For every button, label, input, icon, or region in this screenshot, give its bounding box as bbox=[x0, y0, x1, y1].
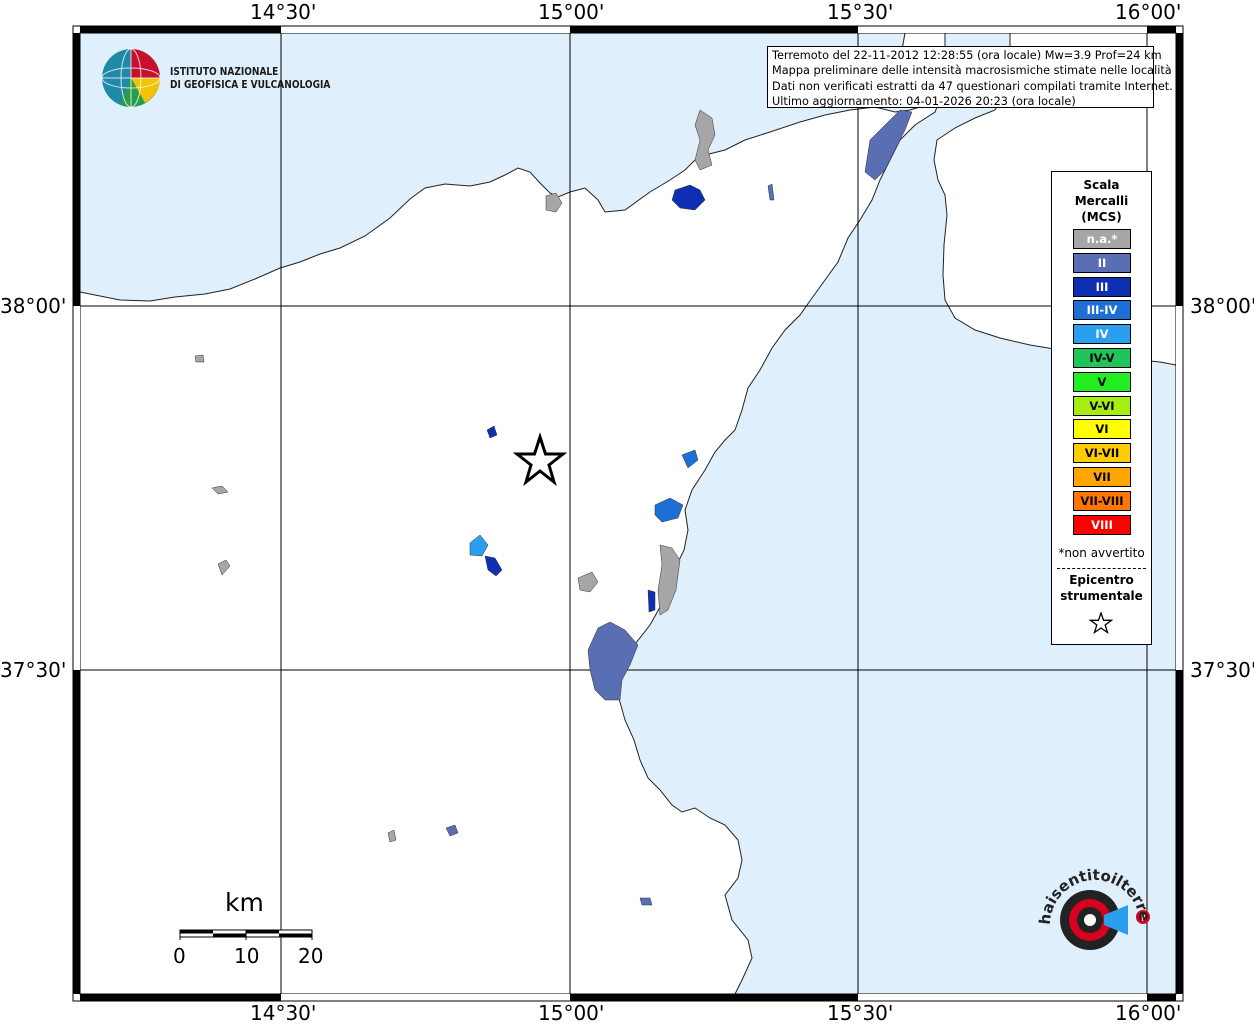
top-tick-4: 16°00' bbox=[1115, 0, 1182, 24]
scale-bar-graphic bbox=[179, 929, 313, 940]
legend-item-v-6: V bbox=[1073, 371, 1131, 392]
info-line-2: Mappa preliminare delle intensità macros… bbox=[772, 64, 1172, 78]
legend-title-line2: Mercalli bbox=[1074, 194, 1129, 208]
scale-label-10: 10 bbox=[234, 944, 260, 968]
info-line-3: Dati non verificati estratti da 47 quest… bbox=[772, 79, 1173, 93]
info-line-1: Terremoto del 22-11-2012 12:28:55 (ora l… bbox=[772, 49, 1162, 62]
left-tick-2: 37°30' bbox=[0, 658, 67, 682]
patch-iii-acireale bbox=[647, 589, 656, 613]
bottom-tick-2: 15°00' bbox=[538, 1001, 605, 1025]
legend-title: Scala Mercalli (MCS) bbox=[1052, 177, 1151, 225]
star-icon bbox=[1089, 612, 1113, 634]
legend-note: *non avvertito bbox=[1058, 546, 1145, 560]
legend-divider bbox=[1057, 568, 1146, 569]
legend-item-ii-1: II bbox=[1073, 252, 1131, 273]
legend-epicenter-line2: strumentale bbox=[1060, 589, 1143, 603]
bottom-tick-1: 14°30' bbox=[250, 1001, 317, 1025]
legend-item-ivv-5: IV-V bbox=[1073, 348, 1131, 368]
ingv-logo-text: ISTITUTO NAZIONALE DI GEOFISICA E VULCAN… bbox=[170, 65, 330, 91]
right-tick-2: 37°30' bbox=[1190, 658, 1254, 682]
ingv-logo-line1: ISTITUTO NAZIONALE bbox=[170, 65, 279, 78]
legend-item-na-0: n.a.* bbox=[1073, 229, 1131, 249]
mcs-legend: Scala Mercalli (MCS) n.a.* II III III-IV IV I… bbox=[1051, 171, 1152, 645]
right-tick-1: 38°00' bbox=[1190, 294, 1254, 318]
top-tick-2: 15°00' bbox=[538, 0, 605, 24]
scale-bar: km 0 10 20 bbox=[170, 888, 340, 968]
legend-item-vvi-7: V-VI bbox=[1073, 395, 1131, 416]
legend-item-vii-10: VII bbox=[1073, 467, 1131, 487]
legend-item-vivii-9: VI-VII bbox=[1073, 443, 1131, 464]
globe-icon bbox=[101, 48, 161, 108]
scale-label-20: 20 bbox=[298, 944, 324, 968]
legend-item-iii-2: III bbox=[1073, 276, 1131, 297]
legend-item-viii-12: VIII bbox=[1073, 514, 1131, 535]
top-tick-1: 14°30' bbox=[250, 0, 317, 24]
legend-title-line3: (MCS) bbox=[1081, 210, 1122, 224]
patch-ii-southeast bbox=[639, 897, 653, 906]
left-tick-1: 38°00' bbox=[0, 294, 67, 318]
ingv-logo-line2: DI GEOFISICA E VULCANOLOGIA bbox=[170, 78, 331, 91]
patch-gray-2 bbox=[194, 354, 205, 363]
legend-item-iv-4: IV bbox=[1073, 324, 1131, 345]
scale-label-0: 0 bbox=[173, 944, 186, 968]
target-icon: ? haisentitoilterremoto.it bbox=[1022, 841, 1154, 950]
bottom-tick-3: 15°30' bbox=[827, 1001, 894, 1025]
legend-epicenter-line1: Epicentro bbox=[1069, 573, 1134, 587]
legend-epicenter-label: Epicentro strumentale bbox=[1052, 572, 1151, 604]
legend-item-iiiiv-3: III-IV bbox=[1073, 300, 1131, 321]
scale-unit: km bbox=[225, 888, 264, 917]
legend-item-viiviii-11: VII-VIII bbox=[1073, 490, 1131, 511]
info-line-4: Ultimo aggiornamento: 04-01-2026 20:23 (… bbox=[772, 94, 1076, 108]
bottom-tick-4: 16°00' bbox=[1115, 1001, 1182, 1025]
haisentito-logo: ? haisentitoilterremoto.it bbox=[1022, 841, 1160, 985]
event-info-box: Terremoto del 22-11-2012 12:28:55 (ora l… bbox=[767, 46, 1173, 108]
legend-item-vi-8: VI bbox=[1073, 419, 1131, 440]
top-tick-3: 15°30' bbox=[827, 0, 894, 24]
legend-title-line1: Scala bbox=[1083, 178, 1120, 192]
